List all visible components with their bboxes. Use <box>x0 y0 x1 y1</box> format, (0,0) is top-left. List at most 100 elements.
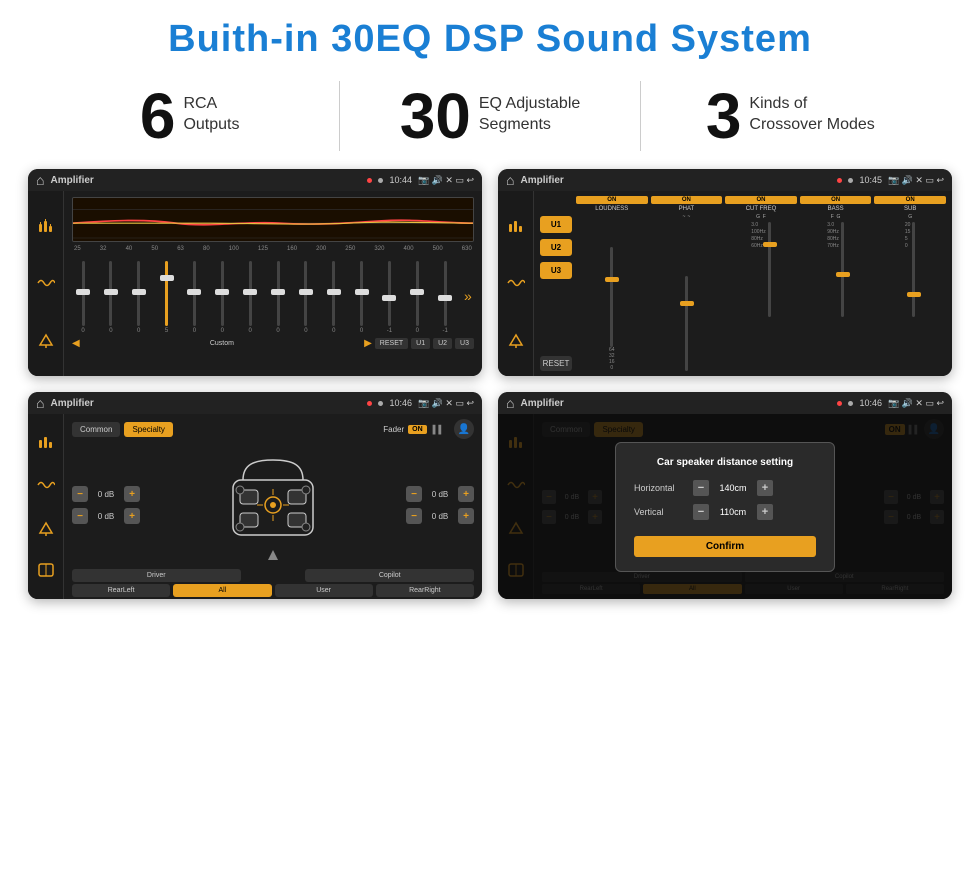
eq-home-icon[interactable]: ⌂ <box>36 172 44 188</box>
screens-grid: ⌂ Amplifier 10:44 📷 🔊 ✕ ▭ ↩ <box>0 169 980 599</box>
eq-slider-5[interactable]: 0 <box>185 261 203 334</box>
fader-rearright-minus[interactable]: − <box>406 508 422 524</box>
crossover-home-icon[interactable]: ⌂ <box>506 172 514 188</box>
fader-rearleft-plus[interactable]: + <box>124 508 140 524</box>
loudness-slider[interactable] <box>610 247 613 347</box>
fader-sidebar-icon-4[interactable] <box>34 558 58 582</box>
eq-screen: ⌂ Amplifier 10:44 📷 🔊 ✕ ▭ ↩ <box>28 169 482 376</box>
stat-divider-1 <box>339 81 340 151</box>
crossover-status-bar: ⌂ Amplifier 10:45 📷 🔊 ✕ ▭ ↩ <box>498 169 952 191</box>
crossover-sidebar-icon-2[interactable] <box>504 271 528 295</box>
dialog-status-bar: ⌂ Amplifier 10:46 📷 🔊 ✕ ▭ ↩ <box>498 392 952 414</box>
vertical-plus-btn[interactable]: + <box>757 504 773 520</box>
crossover-sidebar-icon-1[interactable] <box>504 215 528 239</box>
stat-divider-2 <box>640 81 641 151</box>
horizontal-value: 140cm <box>713 483 753 493</box>
eq-slider-7[interactable]: 0 <box>241 261 259 334</box>
fader-specialty-tab[interactable]: Specialty <box>124 422 172 437</box>
fader-copilot-btn[interactable]: Copilot <box>305 569 474 582</box>
crossover-sidebar <box>498 191 534 376</box>
bass-slider[interactable] <box>841 222 844 317</box>
fader-copilot-minus[interactable]: − <box>406 486 422 502</box>
eq-u1-btn[interactable]: U1 <box>411 338 430 349</box>
channel-phat-header: ON <box>651 196 723 204</box>
eq-slider-11[interactable]: 0 <box>353 261 371 334</box>
eq-reset-btn[interactable]: RESET <box>375 338 408 349</box>
stat-label-eq-2: Segments <box>479 115 580 136</box>
stat-number-crossover: 3 <box>706 84 742 148</box>
crossover-screen: ⌂ Amplifier 10:45 📷 🔊 ✕ ▭ ↩ <box>498 169 952 376</box>
stat-rca: 6 RCA Outputs <box>60 84 319 148</box>
phat-slider[interactable] <box>685 276 688 371</box>
crossover-reset-btn[interactable]: RESET <box>540 356 572 371</box>
fader-on-badge: ON <box>408 425 427 434</box>
eq-u3-btn[interactable]: U3 <box>455 338 474 349</box>
eq-slider-4[interactable]: 5 <box>158 261 176 334</box>
fader-copilot-plus[interactable]: + <box>458 486 474 502</box>
crossover-app-name: Amplifier <box>520 175 831 186</box>
eq-sidebar-icon-1[interactable] <box>34 215 58 239</box>
fader-car-diagram <box>146 445 400 565</box>
channel-sub-label: SUB <box>904 206 916 212</box>
fader-sidebar-icon-3[interactable] <box>34 516 58 540</box>
horizontal-minus-btn[interactable]: − <box>693 480 709 496</box>
fader-rearleft-btn[interactable]: RearLeft <box>72 584 170 597</box>
channel-sub-header: ON <box>874 196 946 204</box>
eq-chevron-right[interactable]: » <box>464 288 472 304</box>
channel-phat: ON PHAT ~~ <box>651 196 723 371</box>
stat-label-rca-2: Outputs <box>183 115 239 136</box>
eq-slider-12[interactable]: -1 <box>380 261 398 334</box>
fader-bottom-buttons-2: RearLeft All User RearRight <box>72 584 474 597</box>
fader-rearright-btn[interactable]: RearRight <box>376 584 474 597</box>
fader-driver-plus[interactable]: + <box>124 486 140 502</box>
crossover-sidebar-icon-3[interactable] <box>504 328 528 352</box>
stat-label-rca-1: RCA <box>183 94 239 115</box>
dialog-home-icon[interactable]: ⌂ <box>506 395 514 411</box>
eq-play-btn[interactable]: ▶ <box>364 338 372 349</box>
stats-row: 6 RCA Outputs 30 EQ Adjustable Segments … <box>0 71 980 165</box>
fader-driver-btn[interactable]: Driver <box>72 569 241 582</box>
eq-slider-10[interactable]: 0 <box>325 261 343 334</box>
eq-sidebar-icon-2[interactable] <box>34 271 58 295</box>
eq-rec-dot <box>367 178 372 183</box>
dialog-rec-dot <box>837 401 842 406</box>
fader-common-tab[interactable]: Common <box>72 422 120 437</box>
fader-rearleft-minus[interactable]: − <box>72 508 88 524</box>
eq-slider-9[interactable]: 0 <box>297 261 315 334</box>
horizontal-plus-btn[interactable]: + <box>757 480 773 496</box>
eq-slider-1[interactable]: 0 <box>74 261 92 334</box>
fader-driver-minus[interactable]: − <box>72 486 88 502</box>
fader-home-icon[interactable]: ⌂ <box>36 395 44 411</box>
eq-u2-btn[interactable]: U2 <box>433 338 452 349</box>
eq-freq-labels: 25 32 40 50 63 80 100 125 160 200 250 32… <box>72 246 474 252</box>
eq-slider-13[interactable]: 0 <box>408 261 426 334</box>
fader-user-icon[interactable]: 👤 <box>454 419 474 439</box>
eq-play-dot <box>378 178 383 183</box>
fader-rec-dot <box>367 401 372 406</box>
stat-label-crossover-2: Crossover Modes <box>749 115 874 136</box>
vertical-minus-btn[interactable]: − <box>693 504 709 520</box>
cutfreq-slider[interactable] <box>768 222 771 317</box>
fader-main-content: Common Specialty Fader ON ▌▌ 👤 − 0 dB <box>64 414 482 599</box>
fader-user-btn[interactable]: User <box>275 584 373 597</box>
distance-dialog: Car speaker distance setting Horizontal … <box>615 442 835 572</box>
eq-slider-8[interactable]: 0 <box>269 261 287 334</box>
fader-rearright-plus[interactable]: + <box>458 508 474 524</box>
channel-loudness-label: LOUDNESS <box>595 206 628 212</box>
eq-sidebar-icon-3[interactable] <box>34 328 58 352</box>
crossover-u1-btn[interactable]: U1 <box>540 216 572 233</box>
crossover-layout: U1 U2 U3 RESET ON LOUDNESS <box>540 196 946 371</box>
stat-label-eq-1: EQ Adjustable <box>479 94 580 115</box>
crossover-u2-btn[interactable]: U2 <box>540 239 572 256</box>
eq-slider-14[interactable]: -1 <box>436 261 454 334</box>
eq-prev-btn[interactable]: ◀ <box>72 338 80 349</box>
fader-sidebar-icon-1[interactable] <box>34 431 58 455</box>
confirm-button[interactable]: Confirm <box>634 536 816 557</box>
fader-all-btn[interactable]: All <box>173 584 271 597</box>
fader-sidebar-icon-2[interactable] <box>34 473 58 497</box>
crossover-u3-btn[interactable]: U3 <box>540 262 572 279</box>
eq-slider-6[interactable]: 0 <box>213 261 231 334</box>
sub-slider[interactable] <box>912 222 915 317</box>
eq-slider-3[interactable]: 0 <box>130 261 148 334</box>
eq-slider-2[interactable]: 0 <box>102 261 120 334</box>
